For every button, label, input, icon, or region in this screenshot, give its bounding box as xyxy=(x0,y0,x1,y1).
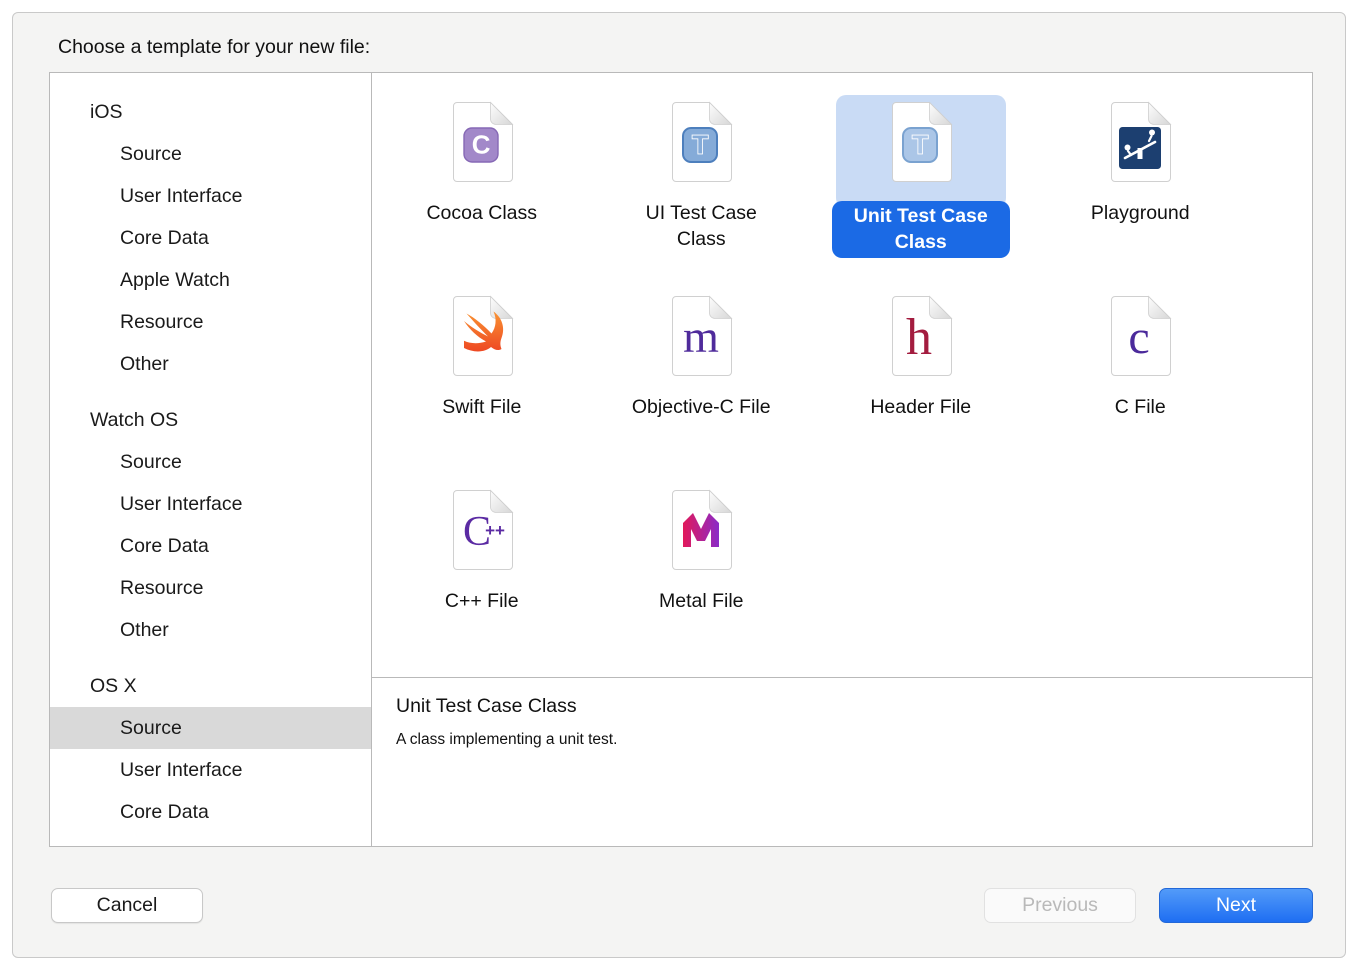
sidebar-item-ios-resource[interactable]: Resource xyxy=(50,301,371,343)
template-main-pane: C Cocoa Class T UI Test Case Class T Unit T… xyxy=(372,73,1312,846)
sidebar-item-watch-os-source[interactable]: Source xyxy=(50,441,371,483)
sidebar-item-os-x-resource[interactable]: Resource xyxy=(50,833,371,846)
sidebar-item-watch-os-user-interface[interactable]: User Interface xyxy=(50,483,371,525)
template-item-playground[interactable]: Playground xyxy=(1031,95,1251,289)
template-label: Cocoa Class xyxy=(426,201,537,227)
metal-file-icon xyxy=(616,483,786,596)
sidebar-group-ios: iOS xyxy=(50,91,371,133)
template-item-cocoa-class[interactable]: C Cocoa Class xyxy=(372,95,592,289)
detail-description: A class implementing a unit test. xyxy=(396,731,1288,749)
header-file-icon: h xyxy=(836,289,1006,402)
sidebar-item-os-x-source[interactable]: Source xyxy=(50,707,371,749)
objective-c-file-icon: m xyxy=(616,289,786,402)
previous-button[interactable]: Previous xyxy=(984,888,1136,923)
swift-file-icon xyxy=(397,289,567,402)
template-label: Header File xyxy=(870,395,971,421)
template-label: C File xyxy=(1115,395,1166,421)
cpp-file-icon: C ++ xyxy=(397,483,567,596)
template-label: Swift File xyxy=(442,395,521,421)
sidebar-item-watch-os-other[interactable]: Other xyxy=(50,609,371,651)
template-chooser: iOSSourceUser InterfaceCore DataApple Wa… xyxy=(49,72,1313,847)
template-label: Metal File xyxy=(659,589,744,615)
template-label: Unit Test Case Class xyxy=(832,201,1010,258)
sidebar-item-ios-other[interactable]: Other xyxy=(50,343,371,385)
sidebar-item-os-x-core-data[interactable]: Core Data xyxy=(50,791,371,833)
template-label: UI Test Case Class xyxy=(619,201,783,252)
template-item-c-file[interactable]: c C File xyxy=(1031,289,1251,483)
sidebar-group-watch-os: Watch OS xyxy=(50,399,371,441)
cocoa-class-file-icon: C xyxy=(397,95,567,208)
sidebar-item-os-x-user-interface[interactable]: User Interface xyxy=(50,749,371,791)
template-item-swift-file[interactable]: Swift File xyxy=(372,289,592,483)
svg-text:h: h xyxy=(906,309,932,366)
sidebar-item-watch-os-core-data[interactable]: Core Data xyxy=(50,525,371,567)
template-item-c-file[interactable]: C ++C++ File xyxy=(372,483,592,677)
cancel-button[interactable]: Cancel xyxy=(51,888,203,923)
sidebar-group-os-x: OS X xyxy=(50,665,371,707)
template-label: Objective-C File xyxy=(632,395,771,421)
sidebar-item-ios-apple-watch[interactable]: Apple Watch xyxy=(50,259,371,301)
template-item-ui-test-case-class[interactable]: T UI Test Case Class xyxy=(592,95,812,289)
playground-file-icon xyxy=(1055,95,1225,208)
sidebar-item-ios-user-interface[interactable]: User Interface xyxy=(50,175,371,217)
dialog-title: Choose a template for your new file: xyxy=(58,36,370,59)
sidebar-item-watch-os-resource[interactable]: Resource xyxy=(50,567,371,609)
template-item-unit-test-case-class[interactable]: T Unit Test Case Class xyxy=(811,95,1031,289)
template-label: C++ File xyxy=(445,589,519,615)
svg-text:T: T xyxy=(693,130,709,160)
detail-title: Unit Test Case Class xyxy=(396,695,1288,718)
template-grid: C Cocoa Class T UI Test Case Class T Unit T… xyxy=(372,73,1312,677)
template-item-metal-file[interactable]: Metal File xyxy=(592,483,812,677)
unit-test-case-file-icon: T xyxy=(836,95,1006,208)
platform-sidebar: iOSSourceUser InterfaceCore DataApple Wa… xyxy=(50,73,372,846)
sidebar-item-ios-core-data[interactable]: Core Data xyxy=(50,217,371,259)
ui-test-case-file-icon: T xyxy=(616,95,786,208)
template-item-header-file[interactable]: h Header File xyxy=(811,289,1031,483)
svg-text:++: ++ xyxy=(485,521,505,540)
svg-text:m: m xyxy=(683,311,719,362)
c-file-icon: c xyxy=(1055,289,1225,402)
sidebar-item-ios-source[interactable]: Source xyxy=(50,133,371,175)
template-detail-pane: Unit Test Case Class A class implementin… xyxy=(372,677,1312,846)
template-label: Playground xyxy=(1091,201,1190,227)
svg-text:C: C xyxy=(472,130,491,160)
template-item-objective-c-file[interactable]: m Objective-C File xyxy=(592,289,812,483)
svg-text:c: c xyxy=(1129,311,1150,364)
next-button[interactable]: Next xyxy=(1159,888,1313,923)
svg-text:T: T xyxy=(912,130,928,160)
new-file-template-dialog: Choose a template for your new file: iOS… xyxy=(12,12,1346,958)
